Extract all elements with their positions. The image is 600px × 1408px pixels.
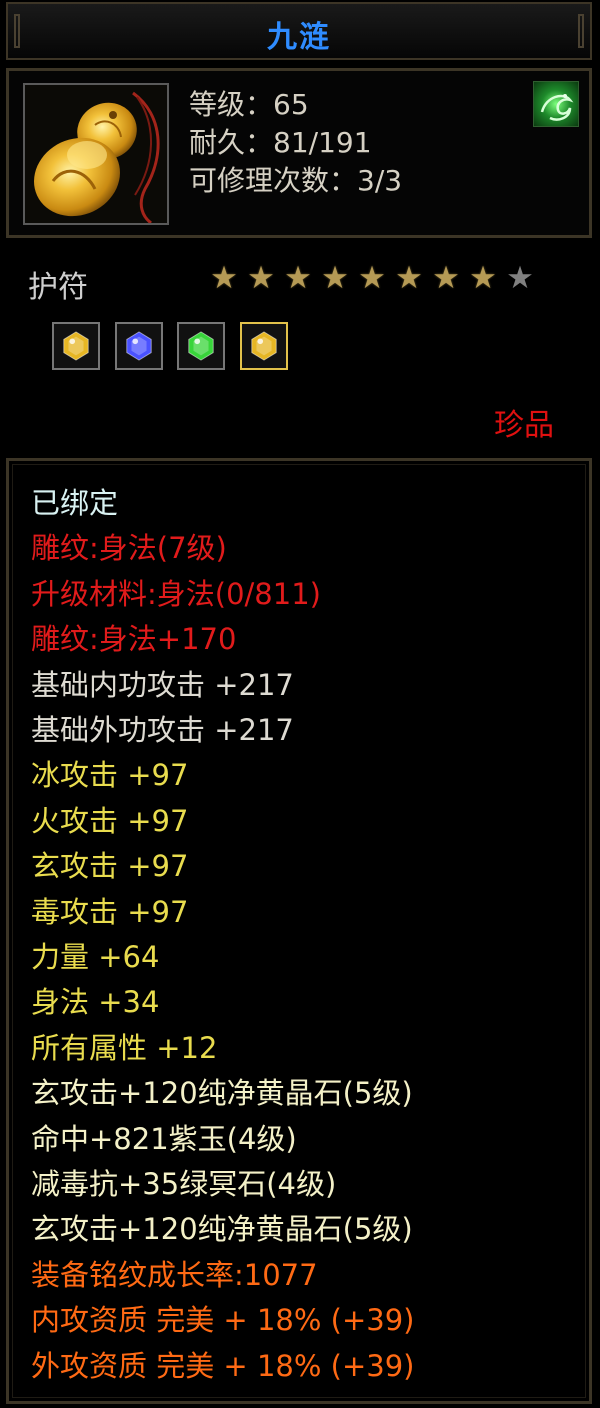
star-filled-icon: ★: [358, 260, 386, 296]
yellow-crystal-gem-icon[interactable]: [52, 322, 100, 370]
purple-jade-gem-icon[interactable]: [115, 322, 163, 370]
star-filled-icon: ★: [284, 260, 312, 296]
attributes-panel: 已绑定雕纹:身法(7级) 升级材料:身法(0/811) 雕纹:身法+170 基础内功攻…: [6, 458, 592, 1404]
star-filled-icon: ★: [210, 260, 238, 296]
item-durability: 耐久：81/191: [189, 126, 372, 159]
base-inner-attack: 基础内功攻击 +217: [31, 667, 294, 702]
item-level: 等级：65: [189, 88, 309, 121]
outer-attack-quality: 外攻资质 完美 + 18% (+39): [31, 1348, 415, 1383]
item-header-panel: 等级：65 耐久：81/191 可修理次数：3/3: [6, 68, 592, 238]
star-filled-icon: ★: [432, 260, 460, 296]
ice-attack: 冰攻击 +97: [31, 758, 189, 793]
green-dragon-emblem-icon: [533, 81, 579, 127]
agility-stat: 身法 +34: [31, 985, 160, 1020]
star-filled-icon: ★: [247, 260, 275, 296]
star-empty-icon: ★: [506, 260, 534, 296]
rarity-label: 珍品: [494, 408, 554, 443]
yellow-crystal-gem-icon[interactable]: [240, 322, 288, 370]
item-repair-count: 可修理次数：3/3: [189, 164, 403, 197]
engraving-level: 雕纹:身法(7级): [31, 531, 227, 566]
star-filled-icon: ★: [321, 260, 349, 296]
item-type: 护符: [28, 270, 88, 305]
engraving-growth-rate: 装备铭纹成长率:1077: [31, 1257, 318, 1292]
engraving-bonus: 雕纹:身法+170: [31, 622, 237, 657]
jade-pendant-icon: [23, 83, 169, 225]
all-attributes: 所有属性 +12: [31, 1030, 218, 1065]
item-name: 九涟: [267, 20, 331, 55]
socket-gem-4: 玄攻击+120纯净黄晶石(5级): [31, 1212, 413, 1247]
fire-attack: 火攻击 +97: [31, 803, 189, 838]
inner-attack-quality: 内攻资质 完美 + 18% (+39): [31, 1303, 415, 1338]
green-gem-icon[interactable]: [177, 322, 225, 370]
bound-status: 已绑定: [31, 486, 119, 520]
strength-stat: 力量 +64: [31, 940, 160, 974]
star-filled-icon: ★: [395, 260, 423, 296]
item-tooltip: 九涟 等级：65 耐久：81/191 可修理次数：3/3 护符 ★ ★ ★ ★ …: [0, 0, 600, 1408]
socket-gem-3: 减毒抗+35绿冥石(4级): [31, 1167, 337, 1201]
socket-gem-2: 命中+821紫玉(4级): [31, 1121, 297, 1156]
socket-gem-1: 玄攻击+120纯净黄晶石(5级): [31, 1076, 413, 1111]
mystic-attack: 玄攻击 +97: [31, 849, 189, 884]
poison-attack: 毒攻击 +97: [31, 894, 189, 929]
upgrade-material: 升级材料:身法(0/811): [31, 576, 321, 611]
base-outer-attack: 基础外功攻击 +217: [31, 713, 294, 747]
star-filled-icon: ★: [469, 260, 497, 296]
tooltip-title-bar: 九涟: [6, 2, 592, 60]
